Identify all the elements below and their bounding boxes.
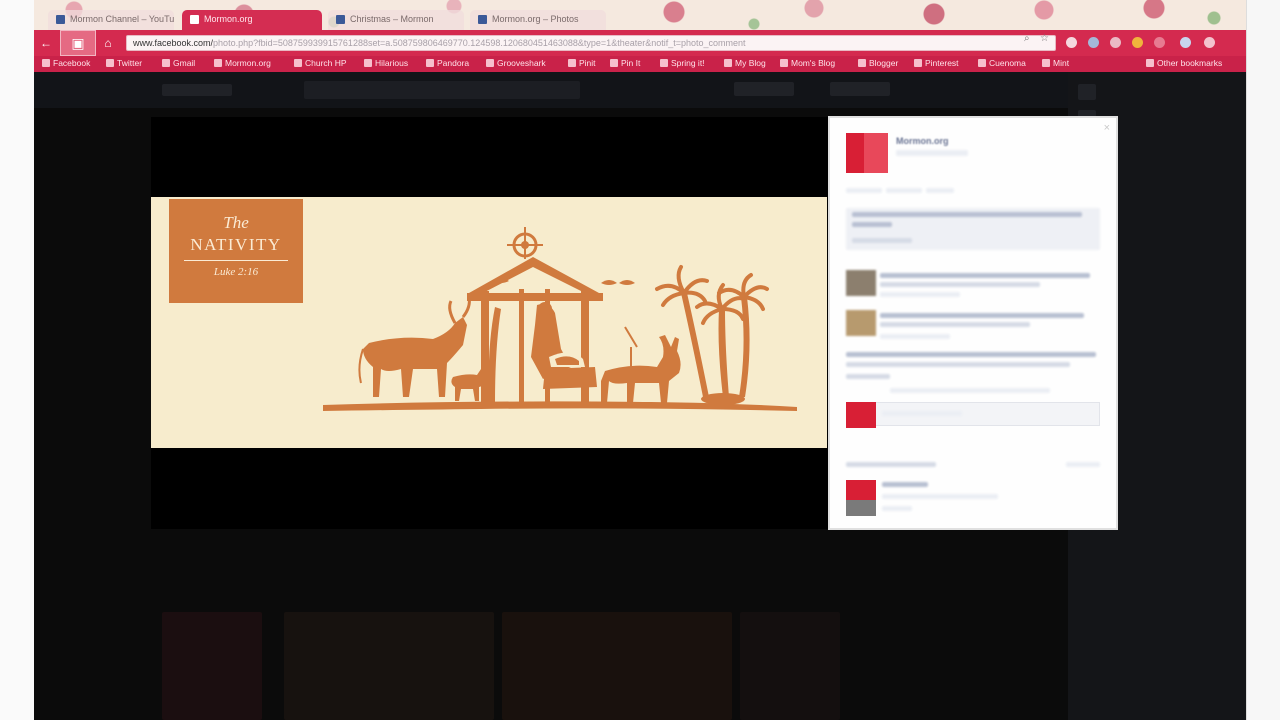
- nativity-silhouette: [323, 227, 797, 411]
- comment-text: [880, 322, 1030, 327]
- tab-label: Mormon.org – Photos: [492, 14, 579, 24]
- tab-label: Christmas – Mormon: [350, 14, 434, 24]
- comment-text: [880, 282, 1040, 287]
- tab-favicon: [336, 15, 345, 24]
- address-bar[interactable]: www.facebook.com/photo.php?fbid=50875993…: [126, 35, 1056, 51]
- home-icon[interactable]: ⌂: [100, 35, 116, 51]
- extension-icon[interactable]: [1132, 37, 1143, 48]
- suggested-page-name[interactable]: [882, 482, 928, 487]
- search-icon[interactable]: ⌕: [1024, 33, 1030, 44]
- profile-link: [734, 82, 794, 96]
- summary-text: [852, 222, 892, 227]
- camera-icon: ▣: [60, 30, 96, 56]
- comment-meta: [890, 388, 1050, 393]
- bookmarks-bar: Facebook Twitter Gmail Mormon.org Church…: [34, 56, 1246, 72]
- comment-text: [846, 374, 890, 379]
- screen-frame: Mormon Channel – YouTube Mormon.org Chri…: [0, 0, 1280, 720]
- bookmark-item[interactable]: Pinit: [568, 58, 596, 68]
- tab-christmas[interactable]: Christmas – Mormon: [328, 10, 464, 30]
- like-link[interactable]: [846, 188, 882, 193]
- home-link: [830, 82, 890, 96]
- comment-text: [846, 352, 1096, 357]
- tab-favicon: [56, 15, 65, 24]
- comment-text: [846, 362, 1070, 367]
- bookmark-item[interactable]: Pin It: [610, 58, 640, 68]
- timeline-photo: [502, 612, 732, 720]
- suggested-page-meta: [882, 494, 998, 499]
- bookmark-item[interactable]: Hilarious: [364, 58, 408, 68]
- section-heading: [846, 462, 936, 467]
- suggested-page-thumb[interactable]: [846, 480, 876, 516]
- url-host: www.facebook.com/: [133, 38, 214, 48]
- facebook-logo: [162, 84, 232, 96]
- facebook-top-bar: [34, 72, 1246, 108]
- bookmark-item[interactable]: Twitter: [106, 58, 142, 68]
- bookmark-item[interactable]: Gmail: [162, 58, 195, 68]
- comments-panel: × Mormon.org: [828, 116, 1118, 530]
- comment-link[interactable]: [886, 188, 922, 193]
- comment-text: [880, 273, 1090, 278]
- right-margin: [1246, 0, 1280, 720]
- tab-favicon: [478, 15, 487, 24]
- back-button[interactable]: ←: [38, 35, 54, 51]
- tab-mormon-channel[interactable]: Mormon Channel – YouTube: [48, 10, 174, 30]
- bookmark-item[interactable]: Grooveshark: [486, 58, 546, 68]
- post-meta: [896, 150, 968, 156]
- bookmark-item[interactable]: My Blog: [724, 58, 766, 68]
- extension-icon[interactable]: [1180, 37, 1191, 48]
- bookmark-item[interactable]: Pandora: [426, 58, 469, 68]
- menu-icon[interactable]: [1204, 37, 1215, 48]
- commenter-avatar[interactable]: [846, 270, 876, 296]
- comment-meta: [880, 292, 960, 297]
- close-icon[interactable]: ×: [1104, 122, 1110, 134]
- comment-meta: [880, 334, 950, 339]
- suggested-page-like[interactable]: [882, 506, 912, 511]
- current-user-avatar: [846, 402, 876, 428]
- chat-avatar: [1078, 84, 1096, 100]
- browser-window: Mormon Channel – YouTube Mormon.org Chri…: [34, 0, 1246, 720]
- bookmark-item[interactable]: Cuenoma: [978, 58, 1026, 68]
- other-bookmarks[interactable]: Other bookmarks: [1146, 58, 1222, 68]
- share-link[interactable]: [926, 188, 954, 193]
- timeline-photo: [284, 612, 494, 720]
- timeline-photo: [162, 612, 262, 720]
- bookmark-item[interactable]: Pinterest: [914, 58, 959, 68]
- summary-text: [852, 212, 1082, 217]
- browser-toolbar: ← ▣ ⌂ www.facebook.com/photo.php?fbid=50…: [34, 30, 1246, 56]
- tab-favicon: [190, 15, 199, 24]
- bookmark-item[interactable]: Mormon.org: [214, 58, 271, 68]
- section-link[interactable]: [1066, 462, 1100, 467]
- bookmark-item[interactable]: Mom's Blog: [780, 58, 835, 68]
- page-avatar[interactable]: [846, 133, 888, 173]
- commenter-avatar[interactable]: [846, 310, 876, 336]
- tab-label: Mormon.org: [204, 14, 253, 24]
- tab-label: Mormon Channel – YouTube: [70, 14, 174, 24]
- tab-strip: Mormon Channel – YouTube Mormon.org Chri…: [34, 0, 1246, 30]
- bookmark-item[interactable]: Blogger: [858, 58, 898, 68]
- star-icon[interactable]: ☆: [1040, 33, 1049, 44]
- bookmark-item[interactable]: Spring it!: [660, 58, 705, 68]
- extension-icon[interactable]: [1110, 37, 1121, 48]
- facebook-search: [304, 81, 580, 99]
- page-name-link[interactable]: Mormon.org: [896, 136, 949, 146]
- left-margin: [0, 0, 34, 720]
- comment-placeholder: [882, 411, 962, 416]
- view-more-link[interactable]: [852, 238, 912, 243]
- tab-mormon-org[interactable]: Mormon.org: [182, 10, 322, 30]
- nativity-image[interactable]: The NATIVITY Luke 2:16: [151, 197, 827, 448]
- bookmark-item[interactable]: Mint: [1042, 58, 1069, 68]
- bookmark-item[interactable]: Facebook: [42, 58, 90, 68]
- comment-text: [880, 313, 1084, 318]
- bookmark-item[interactable]: Church HP: [294, 58, 347, 68]
- timeline-photo: [740, 612, 840, 720]
- extension-icon[interactable]: [1154, 37, 1165, 48]
- tab-photos[interactable]: Mormon.org – Photos: [470, 10, 606, 30]
- url-path: photo.php?fbid=508759939915761288set=a.5…: [213, 38, 746, 48]
- extension-icon[interactable]: [1066, 37, 1077, 48]
- extension-icon[interactable]: [1088, 37, 1099, 48]
